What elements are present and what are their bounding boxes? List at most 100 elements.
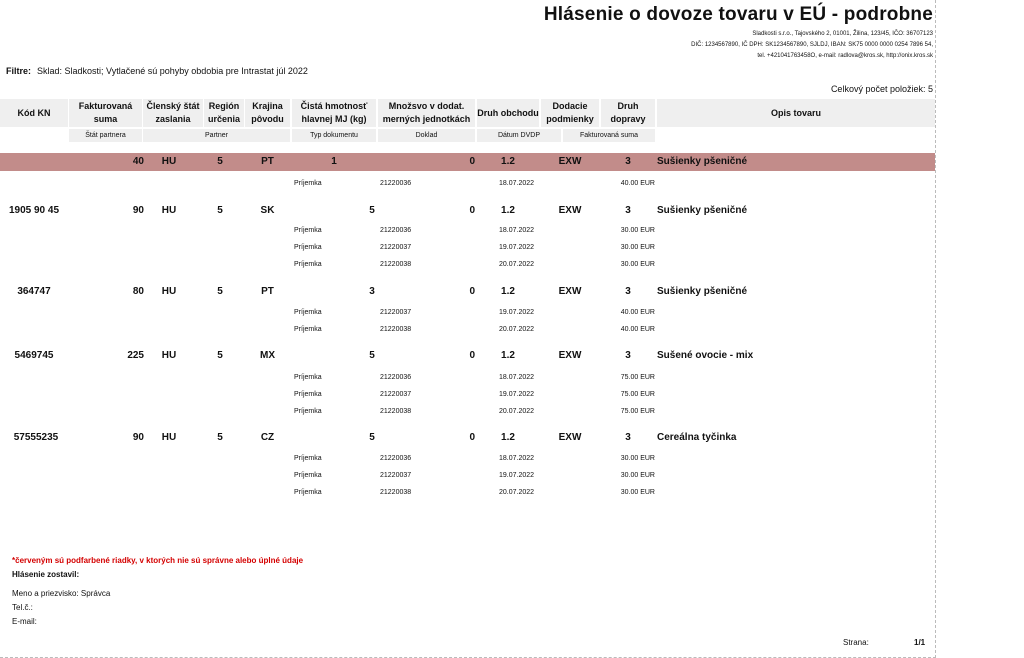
doc-datum: 18.07.2022 bbox=[499, 180, 535, 187]
report-page: Hlásenie o dovoze tovaru v EÚ - podrobne… bbox=[0, 0, 936, 658]
cell-obchod: 1.2 bbox=[501, 350, 515, 361]
doc-typ: Príjemka bbox=[294, 309, 322, 316]
col-mnozstvo: Množsvo v dodat. merných jednotkách bbox=[378, 99, 475, 127]
filter-line: Filtre: Sklad: Sladkosti; Vytlačené sú po… bbox=[6, 66, 308, 76]
report-title: Hlásenie o dovoze tovaru v EÚ - podrobne bbox=[543, 4, 933, 25]
cell-mnozstvo: 0 bbox=[469, 432, 475, 443]
email-line: E-mail: bbox=[12, 617, 37, 626]
doc-row: Príjemka 21220037 19.07.2022 30.00 EUR bbox=[0, 240, 935, 256]
doc-row: Príjemka 21220037 19.07.2022 75.00 EUR bbox=[0, 387, 935, 403]
doc-row: Príjemka 21220037 19.07.2022 40.00 EUR bbox=[0, 305, 935, 321]
cell-doprava: 3 bbox=[625, 432, 631, 443]
doc-row: Príjemka 21220036 18.07.2022 30.00 EUR bbox=[0, 223, 935, 239]
col-fakturovana-suma: Fakturovaná suma bbox=[69, 99, 142, 127]
doc-datum: 18.07.2022 bbox=[499, 227, 535, 234]
cell-region: 5 bbox=[217, 350, 223, 361]
cell-mnozstvo: 0 bbox=[469, 286, 475, 297]
cell-dodacie: EXW bbox=[558, 432, 582, 443]
doc-doklad: 21220036 bbox=[380, 227, 412, 234]
doc-suma: 30.00 EUR bbox=[620, 489, 655, 496]
doc-typ: Príjemka bbox=[294, 455, 322, 462]
cell-stat: HU bbox=[161, 286, 177, 297]
cell-dodacie: EXW bbox=[558, 286, 582, 297]
doc-datum: 20.07.2022 bbox=[499, 326, 535, 333]
company-line: Sladkosti s.r.o., Tajovského 2, 01001, Ž… bbox=[752, 31, 933, 37]
doc-datum: 19.07.2022 bbox=[499, 244, 535, 251]
cell-krajina: SK bbox=[260, 205, 275, 216]
doc-suma: 75.00 EUR bbox=[620, 391, 655, 398]
cell-kod: 1905 90 45 bbox=[8, 205, 60, 216]
doc-row: Príjemka 21220038 20.07.2022 30.00 EUR bbox=[0, 257, 935, 273]
doc-doklad: 21220037 bbox=[380, 244, 412, 251]
cell-krajina: PT bbox=[261, 156, 274, 167]
cell-mnozstvo: 0 bbox=[469, 156, 475, 167]
cell-suma: 225 bbox=[127, 350, 144, 361]
cell-dodacie: EXW bbox=[558, 350, 582, 361]
doc-doklad: 21220036 bbox=[380, 180, 412, 187]
prepared-by-text: Hlásenie zostavil: bbox=[12, 570, 80, 579]
doc-row: Príjemka 21220037 19.07.2022 30.00 EUR bbox=[0, 468, 935, 484]
doc-datum: 18.07.2022 bbox=[499, 374, 535, 381]
doc-datum: 19.07.2022 bbox=[499, 309, 535, 316]
cell-stat: HU bbox=[161, 156, 177, 167]
doc-datum: 19.07.2022 bbox=[499, 472, 535, 479]
cell-kod: 5469745 bbox=[14, 350, 54, 361]
doc-typ: Príjemka bbox=[294, 489, 322, 496]
doc-datum: 19.07.2022 bbox=[499, 391, 535, 398]
cell-doprava: 3 bbox=[625, 350, 631, 361]
doc-doklad: 21220036 bbox=[380, 374, 412, 381]
doc-typ: Príjemka bbox=[294, 408, 322, 415]
subcol-typ-dokumentu: Typ dokumentu bbox=[292, 129, 376, 142]
doc-doklad: 21220038 bbox=[380, 489, 412, 496]
doc-datum: 20.07.2022 bbox=[499, 489, 535, 496]
doc-typ: Príjemka bbox=[294, 244, 322, 251]
doc-row: Príjemka 21220036 18.07.2022 30.00 EUR bbox=[0, 451, 935, 467]
doc-row: Príjemka 21220036 18.07.2022 40.00 EUR bbox=[0, 176, 935, 192]
col-region: Región určenia bbox=[204, 99, 244, 127]
col-clensky-stat: Členský štát zaslania bbox=[143, 99, 203, 127]
tel-line: Tel.č.: bbox=[12, 603, 33, 612]
cell-dodacie: EXW bbox=[558, 156, 582, 167]
cell-stat: HU bbox=[161, 350, 177, 361]
doc-doklad: 21220038 bbox=[380, 261, 412, 268]
page-number: 1/1 bbox=[914, 638, 926, 647]
subcol-doklad: Doklad bbox=[378, 129, 475, 142]
col-druh-dopravy: Druh dopravy bbox=[601, 99, 655, 127]
doc-suma: 75.00 EUR bbox=[620, 374, 655, 381]
col-opis: Opis tovaru bbox=[657, 99, 935, 127]
doc-doklad: 21220036 bbox=[380, 455, 412, 462]
cell-opis: Cereálna tyčinka bbox=[657, 432, 737, 443]
cell-suma: 80 bbox=[132, 286, 144, 297]
page-label: Strana: bbox=[843, 638, 869, 647]
doc-typ: Príjemka bbox=[294, 326, 322, 333]
cell-doprava: 3 bbox=[625, 156, 631, 167]
cell-obchod: 1.2 bbox=[501, 156, 515, 167]
filter-label: Filtre: bbox=[6, 66, 32, 76]
cell-region: 5 bbox=[217, 286, 223, 297]
col-dodacie: Dodacie podmienky bbox=[541, 99, 599, 127]
company-line: tel. +421041763458O, e-mail: radlova@kro… bbox=[757, 53, 933, 59]
doc-suma: 40.00 EUR bbox=[620, 180, 655, 187]
doc-datum: 20.07.2022 bbox=[499, 408, 535, 415]
doc-doklad: 21220038 bbox=[380, 326, 412, 333]
cell-suma: 90 bbox=[132, 205, 144, 216]
table-row: 40 HU 5 PT 1 0 1.2 EXW 3 Sušienky pšenič… bbox=[0, 153, 935, 171]
table-row: 1905 90 45 90 HU 5 SK 5 0 1.2 EXW 3 Suši… bbox=[0, 202, 935, 220]
cell-suma: 40 bbox=[132, 156, 144, 167]
cell-opis: Sušené ovocie - mix bbox=[657, 350, 754, 361]
cell-stat: HU bbox=[161, 432, 177, 443]
subcol-stat-partnera: Štát partnera bbox=[69, 129, 142, 142]
cell-mnozstvo: 0 bbox=[469, 350, 475, 361]
doc-typ: Príjemka bbox=[294, 472, 322, 479]
filter-text: Sklad: Sladkosti; Vytlačené sú pohyby ob… bbox=[37, 66, 308, 76]
doc-typ: Príjemka bbox=[294, 374, 322, 381]
table-row: 364747 80 HU 5 PT 3 0 1.2 EXW 3 Sušienky… bbox=[0, 283, 935, 301]
cell-doprava: 3 bbox=[625, 286, 631, 297]
prepared-by-label: Hlásenie zostavil: bbox=[12, 570, 79, 579]
company-info: Sladkosti s.r.o., Tajovského 2, 01001, Ž… bbox=[691, 29, 933, 62]
subcol-fakt-suma: Fakturovaná suma bbox=[563, 129, 655, 142]
cell-hmotnost: 1 bbox=[331, 156, 337, 167]
col-hmotnost: Čistá hmotnosť hlavnej MJ (kg) bbox=[292, 99, 376, 127]
doc-datum: 18.07.2022 bbox=[499, 455, 535, 462]
doc-suma: 30.00 EUR bbox=[620, 455, 655, 462]
